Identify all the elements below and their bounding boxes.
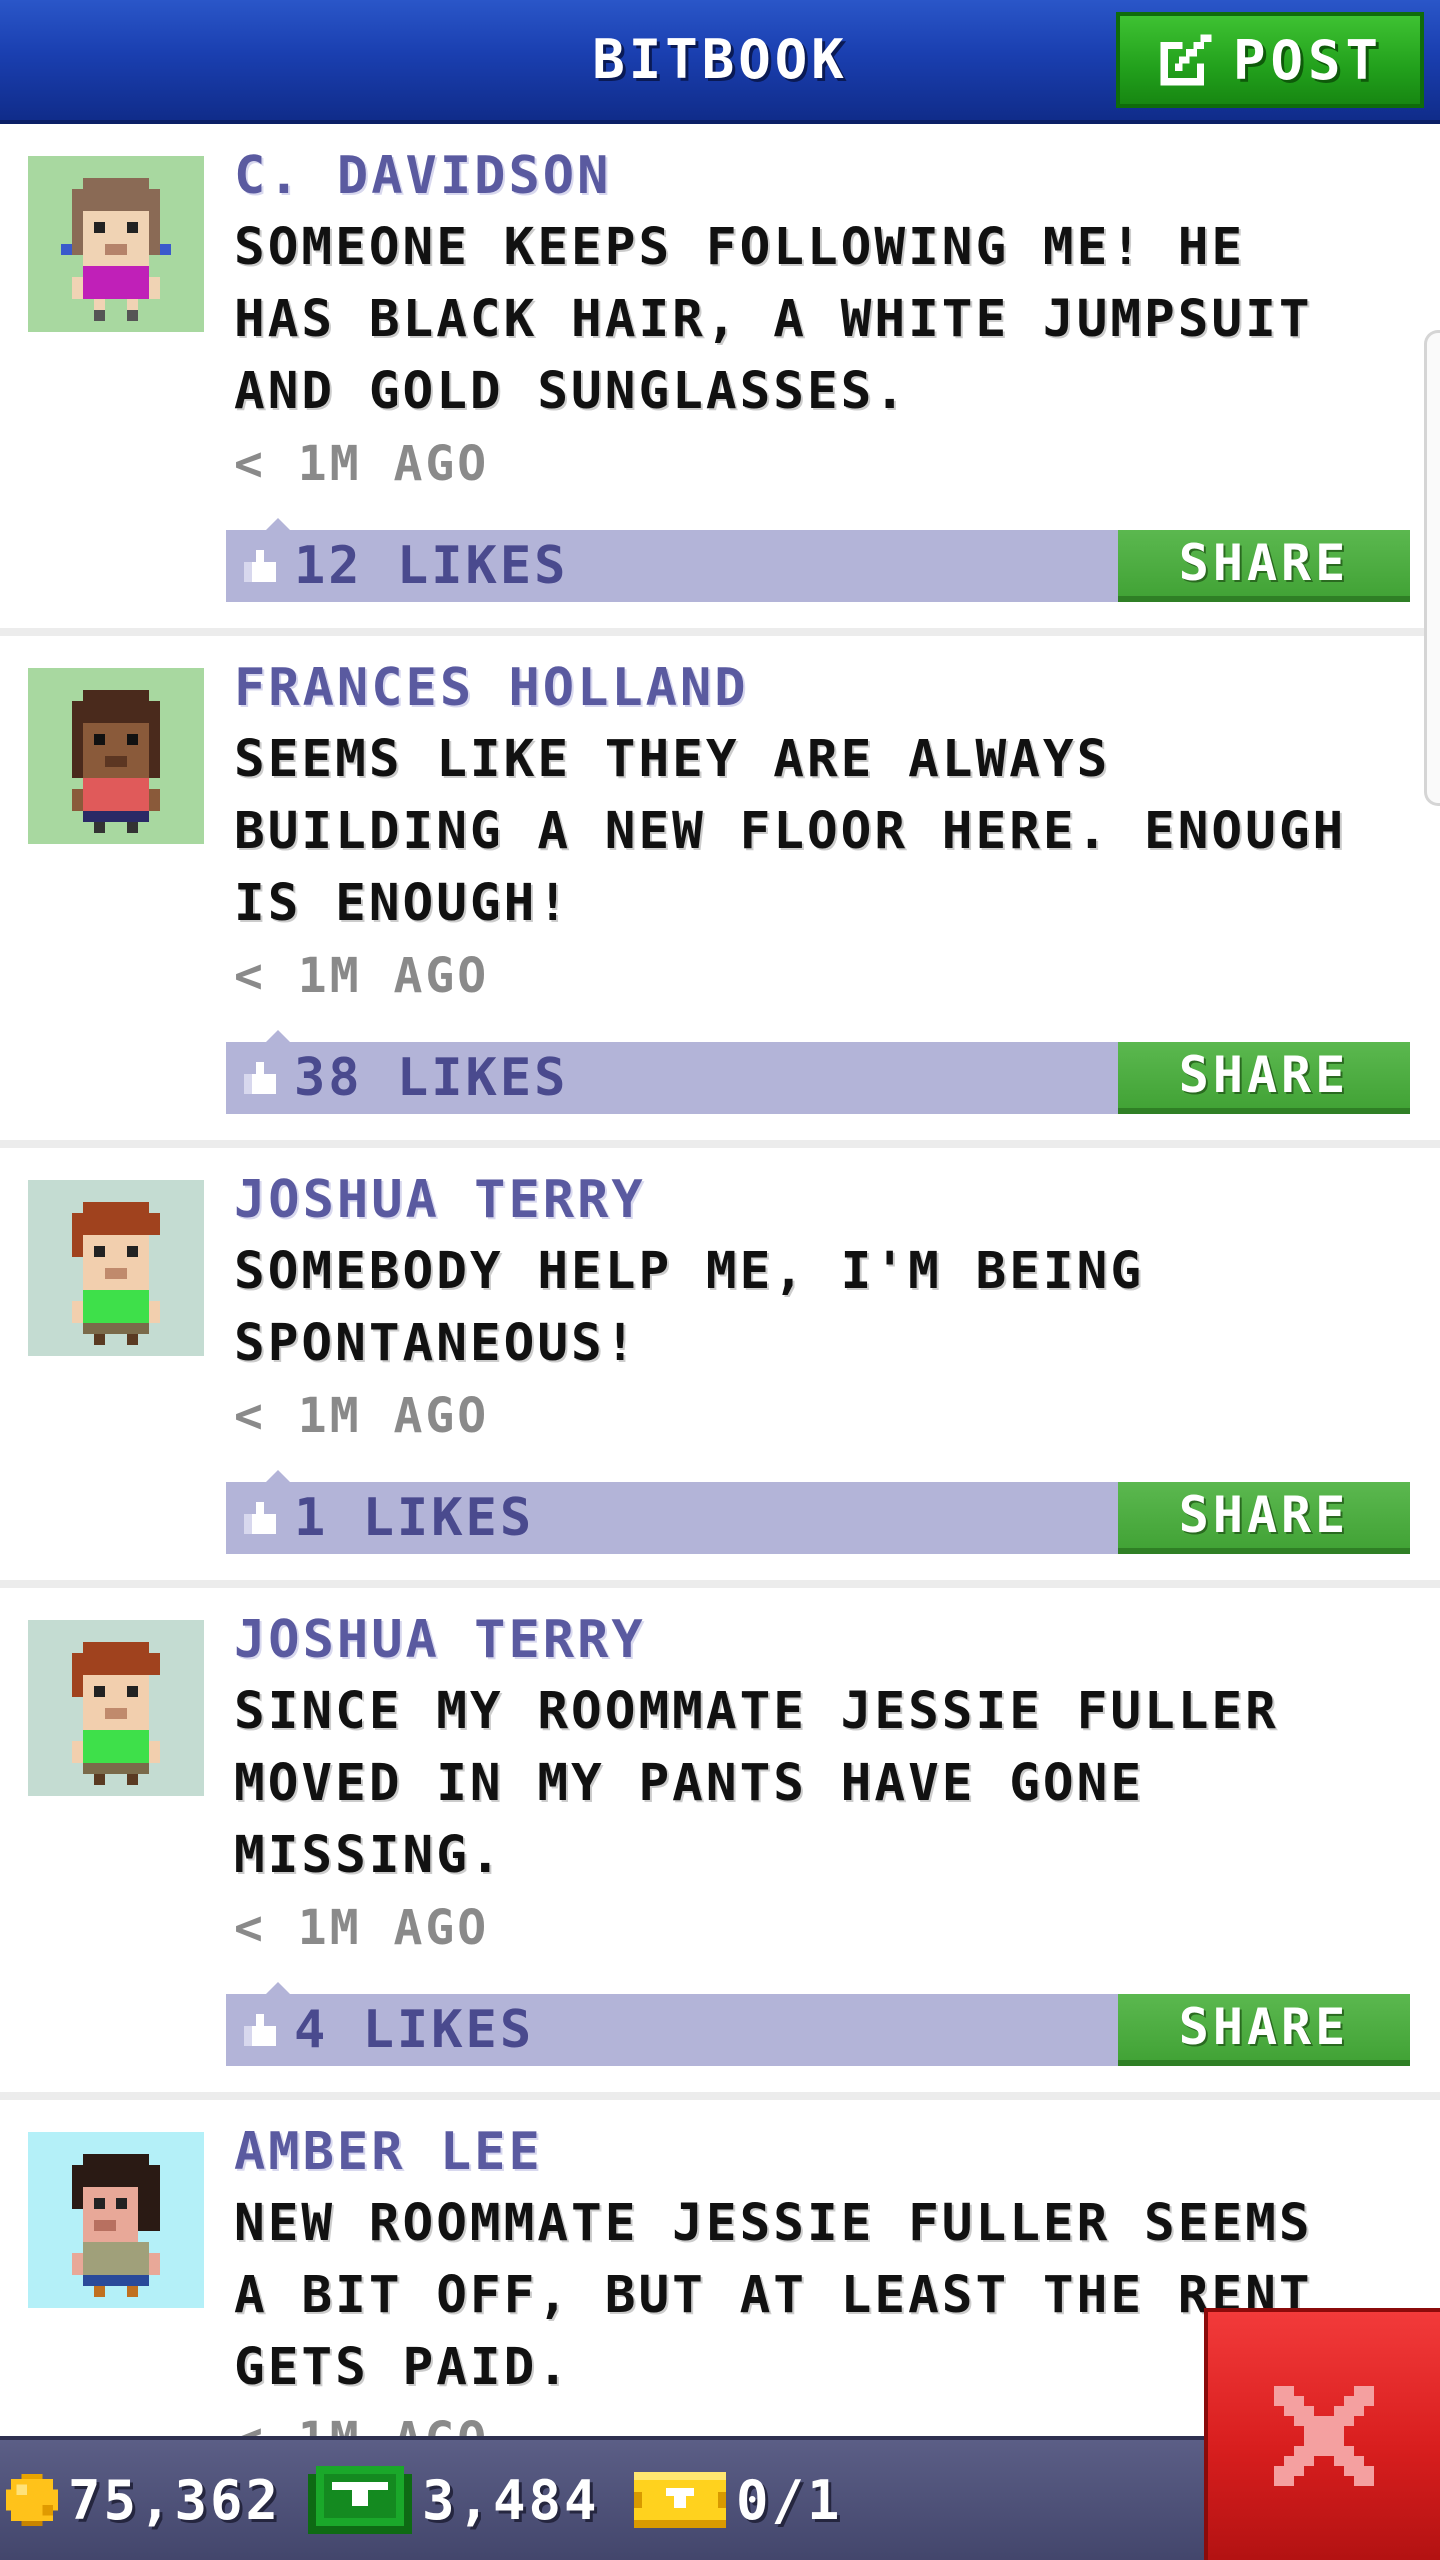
post-button[interactable]: POST: [1116, 12, 1424, 108]
thumbs-up-icon: [240, 2010, 280, 2050]
thumbs-up-icon: [240, 1498, 280, 1538]
app-header: BITBOOK POST: [0, 0, 1440, 124]
coin-counter: 75,362: [6, 2440, 281, 2560]
like-count: 12 LIKES: [294, 536, 569, 596]
post-author[interactable]: C. DAVIDSON: [234, 140, 1410, 212]
post-content: JOSHUA TERRY SINCE MY ROOMMATE JESSIE FU…: [226, 1588, 1440, 2066]
avatar[interactable]: [28, 1180, 204, 1356]
post-timestamp: < 1M AGO: [234, 948, 490, 1004]
ticket-icon: [634, 2472, 726, 2528]
share-button[interactable]: SHARE: [1118, 530, 1410, 602]
like-button[interactable]: 1 LIKES: [226, 1482, 534, 1554]
thumbs-up-icon: [240, 1058, 280, 1098]
avatar[interactable]: [28, 668, 204, 844]
post-message: SOMEONE KEEPS FOLLOWING ME! HE HAS BLACK…: [234, 218, 1313, 421]
post-item: FRANCES HOLLAND SEEMS LIKE THEY ARE ALWA…: [0, 636, 1440, 1148]
close-icon: [1264, 2376, 1384, 2496]
like-button[interactable]: 12 LIKES: [226, 530, 568, 602]
like-count: 4 LIKES: [294, 2000, 535, 2060]
like-bar: 12 LIKES SHARE: [226, 518, 1410, 602]
post-item: JOSHUA TERRY SINCE MY ROOMMATE JESSIE FU…: [0, 1588, 1440, 2100]
bux-counter: 3,484: [308, 2440, 600, 2560]
post-author[interactable]: AMBER LEE: [234, 2116, 1410, 2188]
coin-icon: [6, 2474, 58, 2526]
avatar[interactable]: [28, 2132, 204, 2308]
like-bar: 4 LIKES SHARE: [226, 1982, 1410, 2066]
share-button[interactable]: SHARE: [1118, 1042, 1410, 1114]
post-timestamp: < 1M AGO: [234, 1900, 490, 1956]
bux-count: 3,484: [422, 2468, 600, 2532]
post-author[interactable]: JOSHUA TERRY: [234, 1604, 1410, 1676]
ticket-count: 0/1: [736, 2468, 843, 2532]
post-author[interactable]: JOSHUA TERRY: [234, 1164, 1410, 1236]
post-message: SOMEBODY HELP ME, I'M BEING SPONTANEOUS!: [234, 1242, 1145, 1373]
post-item: C. DAVIDSON SOMEONE KEEPS FOLLOWING ME! …: [0, 124, 1440, 636]
avatar[interactable]: [28, 1620, 204, 1796]
like-bar: 38 LIKES SHARE: [226, 1030, 1410, 1114]
like-button[interactable]: 4 LIKES: [226, 1994, 534, 2066]
post-message: SINCE MY ROOMMATE JESSIE FULLER MOVED IN…: [234, 1682, 1279, 1885]
share-button[interactable]: SHARE: [1118, 1482, 1410, 1554]
post-item: JOSHUA TERRY SOMEBODY HELP ME, I'M BEING…: [0, 1148, 1440, 1588]
ticket-counter: 0/1: [634, 2440, 843, 2560]
edit-icon: [1157, 31, 1215, 89]
post-author[interactable]: FRANCES HOLLAND: [234, 652, 1410, 724]
post-content: FRANCES HOLLAND SEEMS LIKE THEY ARE ALWA…: [226, 636, 1440, 1114]
close-button[interactable]: [1204, 2308, 1440, 2560]
share-button[interactable]: SHARE: [1118, 1994, 1410, 2066]
coin-count: 75,362: [68, 2468, 282, 2532]
bux-icon: [308, 2466, 412, 2534]
post-message: SEEMS LIKE THEY ARE ALWAYS BUILDING A NE…: [234, 730, 1347, 933]
like-count: 38 LIKES: [294, 1048, 569, 1108]
scrollbar[interactable]: [1424, 330, 1440, 806]
post-timestamp: < 1M AGO: [234, 1388, 490, 1444]
thumbs-up-icon: [240, 546, 280, 586]
like-count: 1 LIKES: [294, 1488, 535, 1548]
post-content: JOSHUA TERRY SOMEBODY HELP ME, I'M BEING…: [226, 1148, 1440, 1554]
like-bar: 1 LIKES SHARE: [226, 1470, 1410, 1554]
post-timestamp: < 1M AGO: [234, 436, 490, 492]
feed[interactable]: C. DAVIDSON SOMEONE KEEPS FOLLOWING ME! …: [0, 124, 1440, 2436]
avatar[interactable]: [28, 156, 204, 332]
post-label: POST: [1232, 28, 1384, 92]
post-content: C. DAVIDSON SOMEONE KEEPS FOLLOWING ME! …: [226, 124, 1440, 602]
like-button[interactable]: 38 LIKES: [226, 1042, 568, 1114]
